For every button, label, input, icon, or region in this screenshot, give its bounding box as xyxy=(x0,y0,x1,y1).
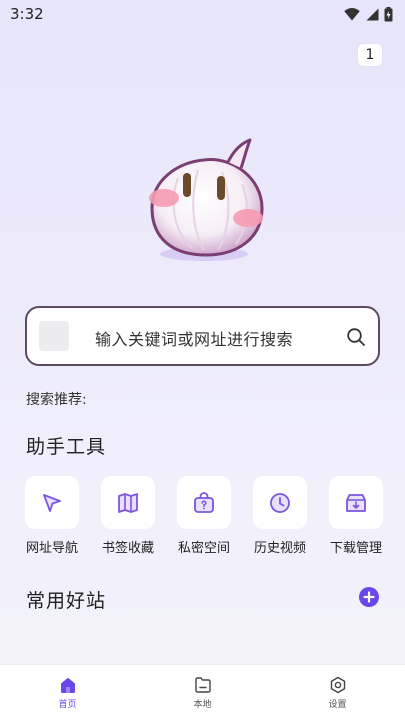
tool-label: 下载管理 xyxy=(329,541,382,556)
tool-web-navigation[interactable]: 网址导航 xyxy=(24,476,80,556)
tool-download-manager[interactable]: 下载管理 xyxy=(328,476,384,556)
search-icon[interactable] xyxy=(346,327,366,347)
bottom-nav: 首页 本地 设置 xyxy=(0,664,405,720)
nav-label: 本地 xyxy=(193,700,212,710)
tool-label: 历史视频 xyxy=(253,541,306,556)
tool-history-videos[interactable]: 历史视频 xyxy=(252,476,308,556)
search-recommend-label: 搜索推荐: xyxy=(26,392,87,408)
map-bookmark-icon xyxy=(118,492,138,513)
status-icons xyxy=(344,6,393,22)
status-time: 3:32 xyxy=(10,5,44,23)
tool-label: 书签收藏 xyxy=(101,541,154,556)
navigation-arrow-icon xyxy=(43,493,61,512)
private-bag-icon xyxy=(194,491,214,513)
status-bar: 3:32 xyxy=(0,0,405,28)
wifi-icon xyxy=(344,7,360,20)
sites-section-title: 常用好站 xyxy=(26,590,107,612)
nav-item-local[interactable]: 本地 xyxy=(153,665,253,710)
search-engine-icon[interactable] xyxy=(39,321,69,351)
tool-label: 私密空间 xyxy=(177,541,230,556)
nav-item-settings[interactable]: 设置 xyxy=(288,665,388,710)
onion-mascot-image xyxy=(149,138,264,261)
nav-item-home[interactable]: 首页 xyxy=(18,665,118,710)
nav-label: 首页 xyxy=(58,700,77,710)
home-icon xyxy=(60,677,75,693)
clock-icon xyxy=(270,492,290,513)
search-input[interactable]: 输入关键词或网址进行搜索 xyxy=(95,326,293,350)
battery-icon xyxy=(384,6,393,21)
add-site-button[interactable] xyxy=(359,587,379,607)
cellular-signal-icon xyxy=(366,8,379,20)
tool-bookmarks[interactable]: 书签收藏 xyxy=(100,476,156,556)
tool-label: 网址导航 xyxy=(25,541,78,556)
tools-grid: 网址导航 书签收藏 私密空间 历史视频 下载管理 xyxy=(24,476,384,556)
settings-icon xyxy=(330,676,345,694)
folder-icon xyxy=(194,677,211,693)
plus-icon xyxy=(363,591,375,603)
tab-counter-button[interactable]: 1 xyxy=(358,44,382,66)
nav-label: 设置 xyxy=(328,700,347,710)
search-bar[interactable]: 输入关键词或网址进行搜索 xyxy=(25,306,380,366)
download-box-icon xyxy=(346,493,366,512)
tool-private-space[interactable]: 私密空间 xyxy=(176,476,232,556)
tools-section-title: 助手工具 xyxy=(26,436,107,458)
